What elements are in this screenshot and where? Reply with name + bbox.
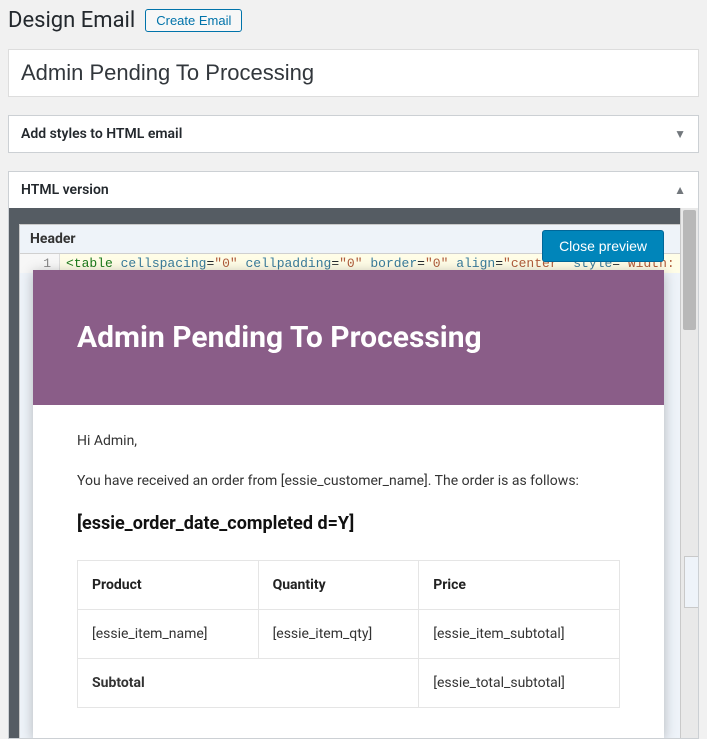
scrollbar-thumb[interactable] — [683, 210, 696, 330]
td-subtotal-label: Subtotal — [78, 659, 419, 708]
email-preview: Admin Pending To Processing Hi Admin, Yo… — [33, 270, 664, 738]
panel-html-version-header[interactable]: HTML version ▲ — [9, 172, 698, 208]
panel-add-styles-title: Add styles to HTML email — [21, 126, 182, 142]
create-email-button[interactable]: Create Email — [145, 9, 242, 32]
chevron-up-icon: ▲ — [674, 183, 686, 197]
th-product: Product — [78, 561, 259, 610]
preview-heading: [essie_order_date_completed d=Y] — [77, 513, 620, 534]
td-price: [essie_item_subtotal] — [419, 610, 620, 659]
td-subtotal-value: [essie_total_subtotal] — [419, 659, 620, 708]
preview-table: Product Quantity Price [essie_item_name]… — [77, 560, 620, 708]
preview-intro: You have received an order from [essie_c… — [77, 473, 620, 489]
panel-html-version-body: Header 1 <table cellspacing="0" cellpadd… — [9, 208, 698, 738]
table-row: [essie_item_name] [essie_item_qty] [essi… — [78, 610, 620, 659]
table-header-row: Product Quantity Price — [78, 561, 620, 610]
td-product: [essie_item_name] — [78, 610, 259, 659]
code-section-stub — [684, 556, 698, 608]
panel-add-styles-header[interactable]: Add styles to HTML email ▼ — [9, 116, 698, 152]
scrollbar-vertical[interactable] — [680, 208, 698, 738]
panel-html-version-title: HTML version — [21, 182, 109, 198]
table-subtotal-row: Subtotal [essie_total_subtotal] — [78, 659, 620, 708]
td-quantity: [essie_item_qty] — [258, 610, 419, 659]
close-preview-button[interactable]: Close preview — [542, 230, 664, 262]
th-quantity: Quantity — [258, 561, 419, 610]
email-title-input[interactable] — [9, 50, 698, 96]
preview-banner: Admin Pending To Processing — [33, 270, 664, 405]
preview-greeting: Hi Admin, — [77, 433, 620, 449]
th-price: Price — [419, 561, 620, 610]
page-title: Design Email — [8, 8, 135, 33]
chevron-down-icon: ▼ — [674, 127, 686, 141]
